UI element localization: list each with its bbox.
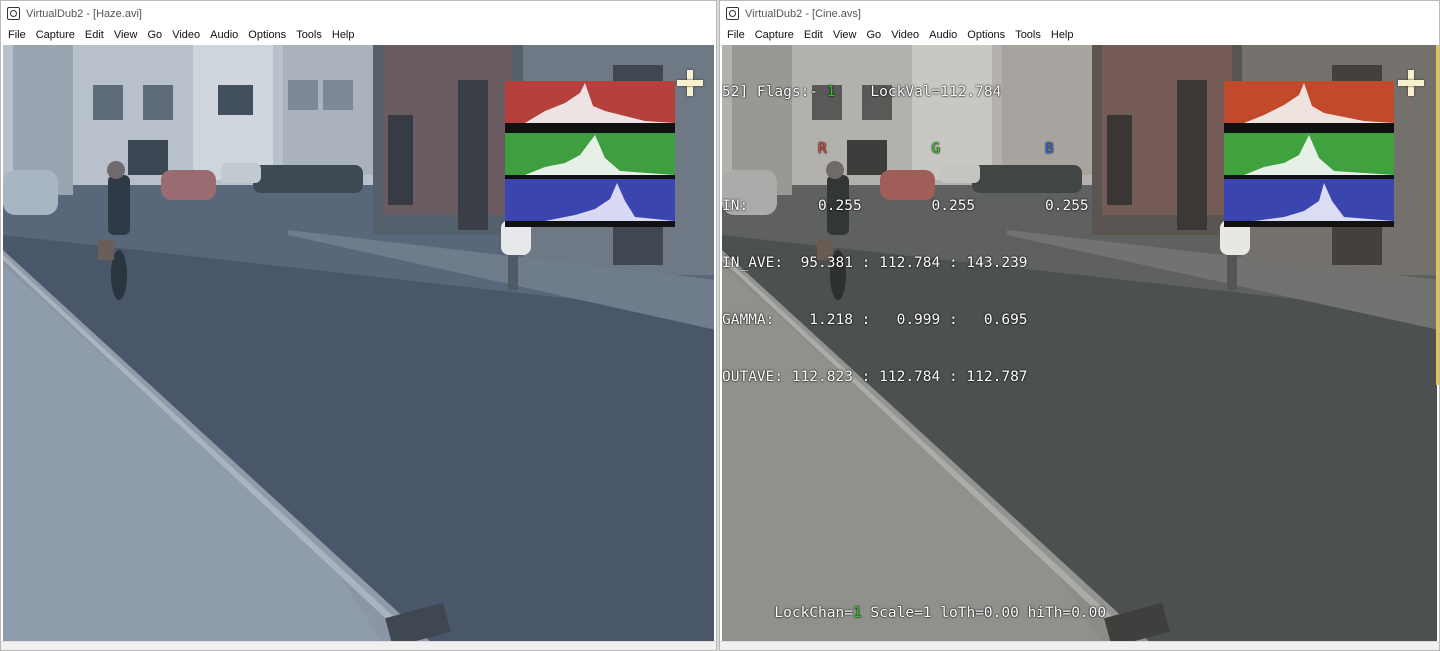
histogram-red — [1224, 81, 1394, 123]
stats-overlay: 52] Flags:- 1 LockVal=112.784 R G B IN: … — [722, 45, 1089, 425]
histogram-blue-curve — [1254, 183, 1394, 221]
histogram-red-curve — [1244, 83, 1394, 123]
virtualdub-app-icon[interactable] — [7, 7, 20, 20]
overlay-line-flags: 52] Flags:- 1 LockVal=112.784 — [722, 84, 1002, 100]
window-title: VirtualDub2 - [Cine.avs] — [745, 7, 861, 20]
title-bar[interactable]: VirtualDub2 - [Cine.avs] — [720, 1, 1439, 26]
menu-bar: File Capture Edit View Go Video Audio Op… — [720, 26, 1439, 44]
overlay-header-r: R — [818, 141, 827, 157]
window-title: VirtualDub2 - [Haze.avi] — [26, 7, 142, 20]
menu-video[interactable]: Video — [167, 29, 205, 41]
menu-help[interactable]: Help — [327, 29, 360, 41]
status-bar — [720, 641, 1439, 650]
menu-view[interactable]: View — [828, 29, 862, 41]
histogram-red — [505, 81, 675, 123]
menu-tools[interactable]: Tools — [1010, 29, 1046, 41]
menu-help[interactable]: Help — [1046, 29, 1079, 41]
crosshair-plus-icon — [677, 70, 703, 96]
window-edge-highlight — [1436, 45, 1439, 385]
lockchan-overlay: LockChan=1 Scale=1 loTh=0.00 hiTh=0.00 — [774, 605, 1107, 621]
virtualdub-app-icon[interactable] — [726, 7, 739, 20]
window-cine: VirtualDub2 - [Cine.avs] File Capture Ed… — [719, 0, 1440, 651]
menu-edit[interactable]: Edit — [799, 29, 828, 41]
menu-go[interactable]: Go — [862, 29, 887, 41]
histogram-blue — [505, 179, 675, 221]
crosshair-plus-icon — [1398, 70, 1424, 96]
menu-video[interactable]: Video — [886, 29, 924, 41]
menu-tools[interactable]: Tools — [291, 29, 327, 41]
window-haze: VirtualDub2 - [Haze.avi] File Capture Ed… — [0, 0, 717, 651]
overlay-line-outave: OUTAVE: 112.823 : 112.784 : 112.787 — [722, 369, 1028, 385]
video-frame-haze[interactable] — [3, 45, 714, 642]
rgb-histogram — [505, 81, 675, 227]
menu-view[interactable]: View — [109, 29, 143, 41]
menu-options[interactable]: Options — [962, 29, 1010, 41]
overlay-line-headers: R G B — [722, 140, 1089, 159]
histogram-blue — [1224, 179, 1394, 221]
menu-file[interactable]: File — [722, 29, 750, 41]
menu-file[interactable]: File — [3, 29, 31, 41]
rgb-histogram — [1224, 81, 1394, 227]
menu-audio[interactable]: Audio — [205, 29, 243, 41]
overlay-header-g: G — [931, 141, 941, 157]
title-bar[interactable]: VirtualDub2 - [Haze.avi] — [1, 1, 716, 26]
overlay-flag-value: 1 — [826, 84, 836, 100]
histogram-red-curve — [525, 83, 675, 123]
overlay-line-gamma: GAMMA: 1.218 : 0.999 : 0.695 — [722, 312, 1028, 328]
menu-options[interactable]: Options — [243, 29, 291, 41]
menu-audio[interactable]: Audio — [924, 29, 962, 41]
status-bar — [1, 641, 716, 650]
histogram-green-curve — [1244, 135, 1394, 175]
overlay-line-in: IN: 0.255 0.255 0.255 — [722, 198, 1089, 214]
lockchan-value: 1 — [852, 605, 862, 621]
overlay-line-in-ave: IN_AVE: 95.381 : 112.784 : 143.239 — [722, 255, 1028, 271]
histogram-green — [505, 133, 675, 175]
histogram-blue-curve — [545, 183, 675, 221]
menu-edit[interactable]: Edit — [80, 29, 109, 41]
video-frame-cine[interactable]: 52] Flags:- 1 LockVal=112.784 R G B IN: … — [722, 45, 1437, 642]
menu-bar: File Capture Edit View Go Video Audio Op… — [1, 26, 716, 44]
overlay-header-b: B — [1045, 141, 1054, 157]
menu-capture[interactable]: Capture — [31, 29, 80, 41]
menu-capture[interactable]: Capture — [750, 29, 799, 41]
menu-go[interactable]: Go — [143, 29, 168, 41]
histogram-green-curve — [525, 135, 675, 175]
histogram-green — [1224, 133, 1394, 175]
